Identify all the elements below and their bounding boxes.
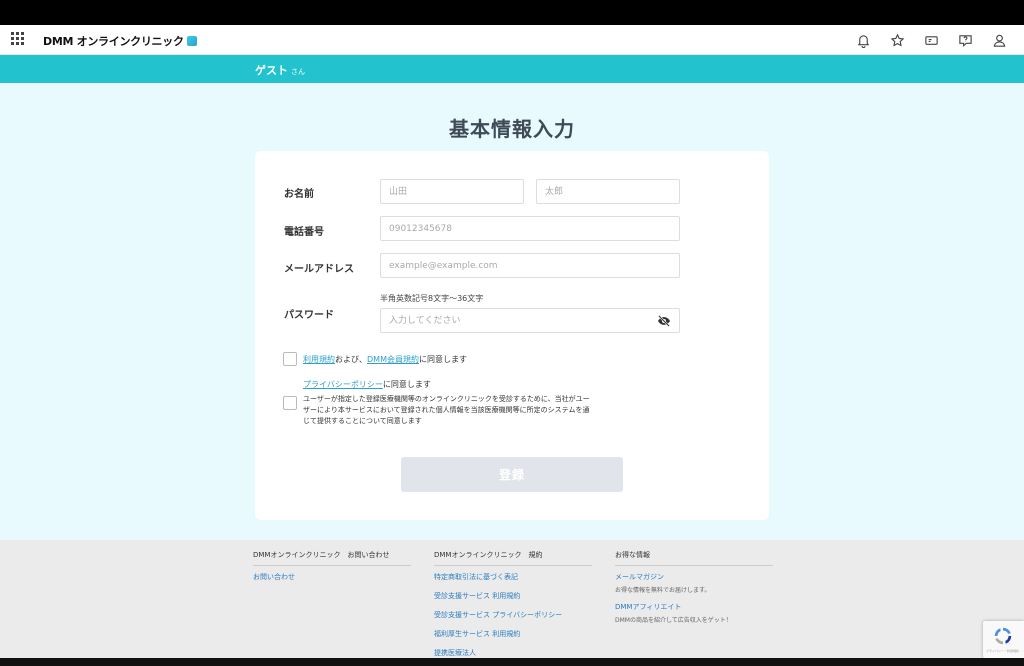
logo-text: DMM オンラインクリニック <box>43 35 184 48</box>
footer-link-newsletter[interactable]: メールマガジン <box>615 572 773 582</box>
guest-name: ゲスト さん <box>255 62 305 78</box>
footer-link-service-privacy[interactable]: 受診支援サービス プライバシーポリシー <box>434 610 592 620</box>
help-icon[interactable] <box>948 30 982 50</box>
terms-link[interactable]: 利用規約 <box>303 355 335 364</box>
phone-label: 電話番号 <box>284 227 324 238</box>
name-label: お名前 <box>284 189 314 200</box>
dmm-terms-link[interactable]: DMM会員規約 <box>367 355 419 364</box>
last-name-input[interactable] <box>380 179 524 204</box>
recaptcha-icon <box>994 627 1012 645</box>
header-icons <box>846 30 1016 50</box>
main-area: 基本情報入力 お名前 電話番号 メールアドレス パスワード 半角英数記号8文字〜… <box>0 83 1024 540</box>
footer-terms-column: DMMオンラインクリニック 規約 特定商取引法に基づく表記 受診支援サービス 利… <box>434 550 592 666</box>
footer-newsletter-desc: お得な情報を無料でお届けします。 <box>615 587 711 594</box>
consent-text: ユーザーが指定した登録医療機関等のオンラインクリニックを受診するために、当社がユ… <box>303 395 590 425</box>
terms-text: 利用規約および、DMM会員規約に同意します <box>303 354 467 365</box>
user-icon[interactable] <box>982 30 1016 50</box>
footer-link-affiliate[interactable]: DMMアフィリエイト <box>615 602 773 612</box>
recaptcha-text: プライバシー・利用規約 <box>986 649 1019 653</box>
page-title: 基本情報入力 <box>449 117 575 141</box>
logo-mark-icon <box>186 36 197 46</box>
registration-form: お名前 電話番号 メールアドレス パスワード 半角英数記号8文字〜36文字 利用… <box>255 151 769 520</box>
footer-contact-column: DMMオンラインクリニック お問い合わせ お問い合わせ <box>253 550 411 591</box>
bottom-bar <box>0 658 1024 666</box>
terms-end: に同意します <box>418 355 467 364</box>
user-bar: ゲスト さん <box>0 55 1024 83</box>
password-label: パスワード <box>284 310 334 321</box>
eye-off-icon[interactable] <box>657 315 671 327</box>
register-button[interactable]: 登録 <box>401 457 623 492</box>
footer-deals-heading: お得な情報 <box>615 550 773 566</box>
terms-mid: および、 <box>335 355 367 364</box>
password-input[interactable] <box>380 308 680 333</box>
guest-label: ゲスト <box>255 64 288 77</box>
privacy-end: に同意します <box>382 380 431 389</box>
footer: DMMオンラインクリニック お問い合わせ お問い合わせ DMMオンラインクリニッ… <box>0 540 1024 658</box>
recaptcha-badge[interactable]: プライバシー・利用規約 <box>983 621 1024 658</box>
footer-link-tokusho[interactable]: 特定商取引法に基づく表記 <box>434 572 592 582</box>
privacy-text: プライバシーポリシーに同意します <box>303 379 431 390</box>
privacy-policy-link[interactable]: プライバシーポリシー <box>303 380 383 389</box>
footer-deals-column: お得な情報 メールマガジン お得な情報を無料でお届けします。 DMMアフィリエイ… <box>615 550 773 632</box>
email-input[interactable] <box>380 253 680 278</box>
footer-terms-heading: DMMオンラインクリニック 規約 <box>434 550 592 566</box>
footer-link-partner[interactable]: 提携医療法人 <box>434 648 592 658</box>
footer-link-service-terms[interactable]: 受診支援サービス 利用規約 <box>434 591 592 601</box>
footer-affiliate-desc: DMMの商品を紹介して広告収入をゲット！ <box>615 617 732 624</box>
dmm-logo[interactable]: DMM オンラインクリニック <box>43 33 197 49</box>
consent-checkbox[interactable] <box>283 396 297 410</box>
footer-link-welfare-terms[interactable]: 福利厚生サービス 利用規約 <box>434 629 592 639</box>
terms-checkbox[interactable] <box>283 352 297 366</box>
footer-contact-heading: DMMオンラインクリニック お問い合わせ <box>253 550 411 566</box>
guest-suffix: さん <box>291 68 305 76</box>
ticket-icon[interactable] <box>914 30 948 50</box>
email-label: メールアドレス <box>284 264 354 275</box>
bell-icon[interactable] <box>846 30 880 50</box>
phone-input[interactable] <box>380 216 680 241</box>
password-hint: 半角英数記号8文字〜36文字 <box>380 294 484 303</box>
footer-contact-link[interactable]: お問い合わせ <box>253 572 411 582</box>
top-header: DMM オンラインクリニック <box>0 25 1024 55</box>
app-grid-icon[interactable] <box>11 32 25 46</box>
first-name-input[interactable] <box>536 179 680 204</box>
star-icon[interactable] <box>880 30 914 50</box>
